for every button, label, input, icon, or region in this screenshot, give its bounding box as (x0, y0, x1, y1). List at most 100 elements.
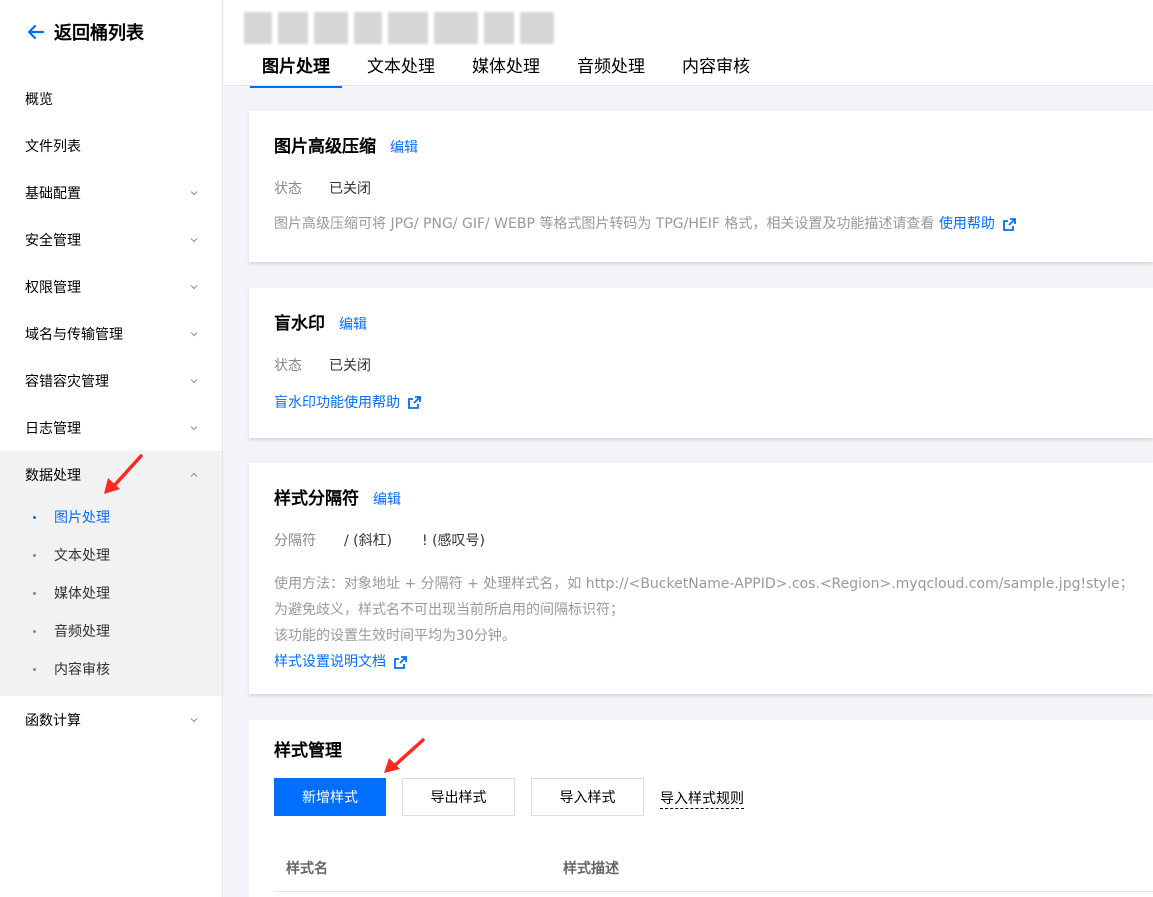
sidebar-subitem-image-processing[interactable]: 图片处理 (0, 498, 222, 536)
compress-card: 图片高级压缩 编辑 状态 已关闭 图片高级压缩可将 JPG/ PNG/ GIF/ … (249, 111, 1153, 262)
separator-values-row: 分隔符 / (斜杠) ! (感叹号) (274, 530, 485, 550)
sidebar-subitem-label: 图片处理 (54, 510, 110, 526)
page-header: 图片处理 文本处理 媒体处理 音频处理 内容审核 (224, 0, 1153, 88)
sidebar-item-label: 域名与传输管理 (25, 326, 123, 343)
arrow-left-icon (27, 24, 45, 40)
usage-line: 该功能的设置生效时间平均为30分钟。 (274, 628, 516, 644)
sidebar-subitem-label: 媒体处理 (54, 586, 110, 602)
sidebar-item-label: 权限管理 (25, 279, 81, 296)
sidebar-item-fault-tolerance[interactable]: 容错容灾管理 (0, 357, 222, 404)
sidebar-subitem-text-processing[interactable]: 文本处理 (0, 536, 222, 574)
bullet-dot (33, 630, 36, 633)
compress-description: 图片高级压缩可将 JPG/ PNG/ GIF/ WEBP 等格式图片转码为 TP… (274, 211, 1016, 237)
chevron-down-icon (190, 190, 198, 195)
column-header-style-desc[interactable]: 样式描述 (563, 858, 619, 878)
compress-help-link[interactable]: 使用帮助 (939, 211, 1016, 237)
sidebar-item-label: 安全管理 (25, 232, 81, 249)
tab-image-processing[interactable]: 图片处理 (250, 46, 342, 88)
bullet-dot (33, 592, 36, 595)
compress-edit-link[interactable]: 编辑 (390, 140, 418, 156)
column-header-style-name[interactable]: 样式名 (286, 858, 328, 878)
sidebar-item-permissions[interactable]: 权限管理 (0, 263, 222, 310)
sidebar-subitem-label: 文本处理 (54, 548, 110, 564)
sidebar-item-basic-config[interactable]: 基础配置 (0, 169, 222, 216)
help-link-label: 盲水印功能使用帮助 (274, 395, 400, 411)
sidebar-item-label: 函数计算 (25, 712, 81, 729)
separator-edit-link[interactable]: 编辑 (373, 492, 401, 508)
separator-title: 样式分隔符 (274, 489, 359, 509)
annotation-arrow-icon (384, 738, 425, 773)
doc-link-label: 样式设置说明文档 (274, 654, 386, 670)
bullet-dot (33, 554, 36, 557)
sidebar-item-file-list[interactable]: 文件列表 (0, 122, 222, 169)
import-rules-link[interactable]: 导入样式规则 (660, 788, 744, 809)
separator-card: 样式分隔符 编辑 分隔符 / (斜杠) ! (感叹号) 使用方法：对象地址 + 分… (249, 463, 1153, 694)
sidebar-item-label: 日志管理 (25, 420, 81, 437)
back-label: 返回桶列表 (54, 23, 144, 44)
sidebar: 返回桶列表 概览 文件列表 基础配置 安全管理 权限管理 域名与传输管理 容错容… (0, 0, 223, 897)
annotation-arrow-icon (104, 454, 143, 494)
tab-text-processing[interactable]: 文本处理 (355, 46, 447, 87)
table-divider (274, 891, 1153, 892)
compress-card-header: 图片高级压缩 编辑 (274, 132, 418, 157)
tab-audio-processing[interactable]: 音频处理 (565, 46, 657, 87)
separator-value-slash: / (斜杠) (344, 533, 393, 549)
sidebar-menu: 概览 文件列表 基础配置 安全管理 权限管理 域名与传输管理 容错容灾管理 日志… (0, 75, 222, 743)
watermark-help-link[interactable]: 盲水印功能使用帮助 (274, 392, 421, 412)
status-label: 状态 (274, 358, 302, 374)
chevron-down-icon (190, 331, 198, 336)
sidebar-item-label: 容错容灾管理 (25, 373, 109, 390)
usage-line: 使用方法：对象地址 + 分隔符 + 处理样式名，如 http://<Bucket… (274, 576, 1134, 592)
status-value: 已关闭 (329, 358, 371, 374)
tab-media-processing[interactable]: 媒体处理 (460, 46, 552, 87)
import-style-button[interactable]: 导入样式 (531, 778, 644, 816)
help-link-label: 使用帮助 (938, 216, 995, 232)
style-doc-link[interactable]: 样式设置说明文档 (274, 649, 407, 675)
compress-status-row: 状态 已关闭 (274, 178, 371, 198)
external-link-icon (394, 655, 407, 669)
external-link-icon (1002, 217, 1016, 231)
chevron-down-icon (190, 284, 198, 289)
usage-line: 为避免歧义，样式名不可出现当前所启用的间隔标识符； (274, 602, 624, 618)
sidebar-subitem-label: 音频处理 (54, 624, 110, 640)
separator-card-header: 样式分隔符 编辑 (274, 484, 401, 509)
sidebar-subitem-audio-processing[interactable]: 音频处理 (0, 612, 222, 650)
bucket-name-redacted (244, 12, 554, 44)
watermark-card: 盲水印 编辑 状态 已关闭 盲水印功能使用帮助 (249, 288, 1153, 438)
watermark-title: 盲水印 (274, 314, 325, 334)
separator-value-exclamation: ! (感叹号) (422, 533, 485, 549)
style-management-title: 样式管理 (274, 741, 342, 761)
separator-label: 分隔符 (274, 533, 316, 549)
sidebar-item-function-compute[interactable]: 函数计算 (0, 696, 222, 743)
watermark-edit-link[interactable]: 编辑 (339, 317, 367, 333)
separator-usage: 使用方法：对象地址 + 分隔符 + 处理样式名，如 http://<Bucket… (274, 571, 1134, 675)
status-label: 状态 (274, 181, 302, 197)
watermark-card-header: 盲水印 编辑 (274, 309, 367, 334)
sidebar-item-label: 基础配置 (25, 185, 81, 202)
sidebar-item-overview[interactable]: 概览 (0, 75, 222, 122)
external-link-icon (408, 395, 421, 409)
chevron-down-icon (190, 717, 198, 722)
sidebar-subitem-content-moderation[interactable]: 内容审核 (0, 650, 222, 688)
watermark-status-row: 状态 已关闭 (274, 355, 371, 375)
add-style-button[interactable]: 新增样式 (274, 778, 386, 816)
watermark-help-row: 盲水印功能使用帮助 (274, 392, 421, 412)
sidebar-item-label: 数据处理 (25, 467, 81, 484)
sidebar-item-logs[interactable]: 日志管理 (0, 404, 222, 451)
chevron-down-icon (190, 378, 198, 383)
export-style-button[interactable]: 导出样式 (402, 778, 515, 816)
sidebar-subitem-media-processing[interactable]: 媒体处理 (0, 574, 222, 612)
compress-desc-text: 图片高级压缩可将 JPG/ PNG/ GIF/ WEBP 等格式图片转码为 TP… (274, 216, 935, 232)
status-value: 已关闭 (329, 181, 371, 197)
sidebar-item-label: 文件列表 (25, 138, 81, 155)
back-to-bucket-list-button[interactable]: 返回桶列表 (26, 18, 144, 46)
sidebar-item-security[interactable]: 安全管理 (0, 216, 222, 263)
bullet-dot (33, 668, 36, 671)
chevron-down-icon (190, 237, 198, 242)
tab-bar: 图片处理 文本处理 媒体处理 音频处理 内容审核 (250, 46, 775, 88)
sidebar-item-domain-transfer[interactable]: 域名与传输管理 (0, 310, 222, 357)
chevron-up-icon (190, 472, 198, 477)
compress-title: 图片高级压缩 (274, 137, 376, 157)
sidebar-item-label: 概览 (25, 91, 53, 108)
tab-content-moderation[interactable]: 内容审核 (670, 46, 762, 87)
